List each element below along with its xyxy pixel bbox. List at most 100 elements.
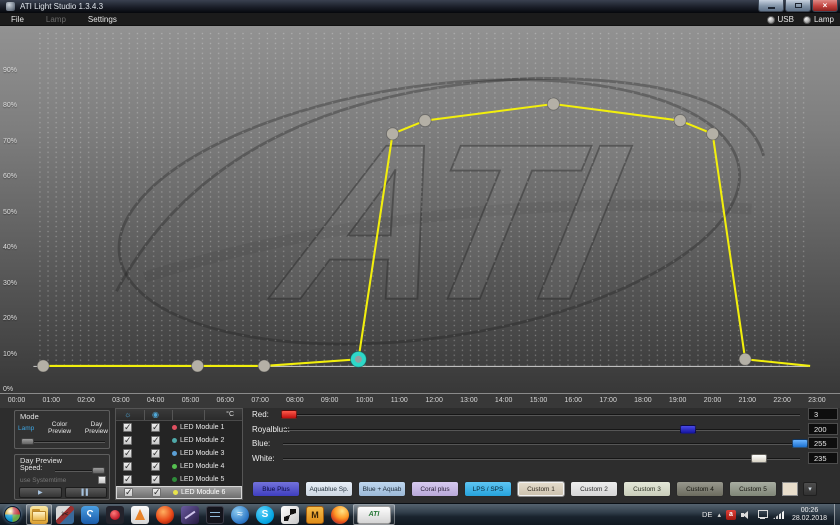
preset-button-custom-5[interactable]: Custom 5	[729, 481, 777, 497]
custom-color-swatch[interactable]	[782, 482, 798, 496]
chart-point[interactable]	[419, 115, 431, 127]
led-power-checkbox[interactable]	[151, 462, 160, 471]
start-button[interactable]	[4, 506, 21, 523]
preset-button-aquablue-sp-[interactable]: Aquablue Sp.	[305, 481, 353, 497]
taskbar-button-bluemsg[interactable]	[228, 504, 252, 525]
led-visible-checkbox[interactable]	[123, 436, 132, 445]
led-module-row[interactable]: LED Module 6	[116, 486, 242, 499]
preset-button-custom-2[interactable]: Custom 2	[570, 481, 618, 497]
mode-slider[interactable]	[21, 441, 105, 443]
led-visible-checkbox[interactable]	[123, 423, 132, 432]
led-color-dot	[172, 464, 177, 469]
chart-plot[interactable]	[0, 26, 840, 393]
channel-slider-track[interactable]	[283, 458, 800, 460]
led-visible-checkbox[interactable]	[123, 449, 132, 458]
fan-icon[interactable]: ☼	[124, 409, 131, 421]
led-visible-checkbox[interactable]	[124, 488, 133, 497]
taskbar-button-purple[interactable]	[178, 504, 202, 525]
swatch-dropdown-button[interactable]: ▾	[803, 482, 817, 496]
show-desktop-button[interactable]	[834, 504, 840, 525]
led-power-checkbox[interactable]	[151, 475, 160, 484]
schedule-chart[interactable]: ATI 90%80%70%60%50%40%30%20%10%0%	[0, 26, 840, 393]
signal-icon[interactable]	[773, 509, 785, 520]
play-button[interactable]: ▶	[19, 487, 62, 498]
chart-point[interactable]	[547, 98, 559, 110]
maximize-button[interactable]	[785, 0, 811, 12]
preset-button-custom-4[interactable]: Custom 4	[676, 481, 724, 497]
hidden-icons-button[interactable]: ▴	[717, 511, 721, 519]
x-axis-label: 03:00	[107, 397, 135, 404]
led-color-dot	[172, 477, 177, 482]
taskbar-button-console[interactable]	[203, 504, 227, 525]
speed-slider-handle[interactable]	[92, 467, 105, 474]
speed-slider[interactable]	[55, 470, 105, 472]
x-axis-label: 18:00	[629, 397, 657, 404]
preset-button-custom-1[interactable]: Custom 1	[517, 481, 565, 497]
language-indicator[interactable]: DE	[702, 510, 712, 519]
minimize-button[interactable]	[758, 0, 784, 12]
volume-icon[interactable]	[741, 509, 752, 520]
channel-slider-handle[interactable]	[751, 454, 767, 463]
led-visible-checkbox[interactable]	[123, 462, 132, 471]
taskbar-button-firefox[interactable]	[328, 504, 352, 525]
network-icon[interactable]	[757, 509, 768, 520]
preset-button-lps-sps[interactable]: LPS / SPS	[464, 481, 512, 497]
x-axis-label: 17:00	[594, 397, 622, 404]
taskbar-button-redmedia[interactable]	[103, 504, 127, 525]
channel-slider-handle[interactable]	[680, 425, 696, 434]
led-module-row[interactable]: LED Module 3	[116, 447, 242, 460]
mode-option-lamp[interactable]: Lamp	[18, 425, 34, 432]
slider-row-white: White:235	[250, 452, 840, 465]
mode-option-color-preview[interactable]: Color Preview	[48, 421, 71, 435]
pause-button[interactable]: ▌▌	[65, 487, 108, 498]
close-button[interactable]: ×	[812, 0, 838, 12]
taskbar-button-firewall[interactable]	[153, 504, 177, 525]
taskbar-button-mforum[interactable]	[303, 504, 327, 525]
antivirus-tray-icon[interactable]: a	[726, 510, 736, 520]
menu-item-file[interactable]: File	[0, 13, 35, 26]
preset-button-coral-plus[interactable]: Coral plus	[411, 481, 459, 497]
led-power-checkbox[interactable]	[151, 449, 160, 458]
chart-point[interactable]	[674, 115, 686, 127]
use-systemtime-checkbox[interactable]	[98, 476, 106, 484]
taskbar-button-vlc[interactable]	[128, 504, 152, 525]
taskbar-button-imagetool[interactable]	[53, 504, 77, 525]
led-power-checkbox[interactable]	[152, 488, 161, 497]
mode-option-day-preview[interactable]: Day Preview	[85, 421, 108, 435]
taskbar-button-ati[interactable]	[353, 504, 395, 525]
chart-point[interactable]	[37, 360, 49, 372]
chart-point[interactable]	[739, 353, 751, 365]
channel-slider-handle[interactable]	[792, 439, 808, 448]
led-visible-checkbox[interactable]	[123, 475, 132, 484]
led-power-checkbox[interactable]	[151, 423, 160, 432]
taskbar-button-explorer[interactable]	[26, 504, 52, 525]
led-module-row[interactable]: LED Module 5	[116, 473, 242, 486]
taskbar-clock[interactable]: 00:26 28.02.2018	[792, 507, 827, 523]
menu-item-settings[interactable]: Settings	[77, 13, 128, 26]
app-icon	[6, 2, 15, 11]
preset-button-custom-3[interactable]: Custom 3	[623, 481, 671, 497]
power-icon[interactable]: ◉	[152, 409, 159, 421]
led-module-row[interactable]: LED Module 1	[116, 421, 242, 434]
channel-slider-track[interactable]	[283, 414, 800, 416]
menu-item-lamp[interactable]: Lamp	[35, 13, 77, 26]
led-module-row[interactable]: LED Module 4	[116, 460, 242, 473]
preset-button-blue-aquab[interactable]: Blue + Aquab	[358, 481, 406, 497]
taskbar-button-notes[interactable]	[278, 504, 302, 525]
title-bar[interactable]: ATI Light Studio 1.3.4.3 ×	[0, 0, 840, 13]
led-power-checkbox[interactable]	[151, 436, 160, 445]
chart-point[interactable]	[258, 360, 270, 372]
led-module-row[interactable]: LED Module 2	[116, 434, 242, 447]
taskbar-button-seahorse[interactable]	[78, 504, 102, 525]
chart-point[interactable]	[191, 360, 203, 372]
channel-slider-handle[interactable]	[281, 410, 297, 419]
taskbar-button-skype[interactable]	[253, 504, 277, 525]
x-axis-label: 15:00	[525, 397, 553, 404]
channel-slider-track[interactable]	[283, 443, 800, 445]
chart-point[interactable]	[707, 128, 719, 140]
purple-icon	[181, 506, 199, 524]
preset-button-blue-plus[interactable]: Blue Plus	[252, 481, 300, 497]
mode-slider-handle[interactable]	[21, 438, 34, 445]
channel-slider-track[interactable]	[283, 429, 800, 431]
chart-point[interactable]	[386, 128, 398, 140]
